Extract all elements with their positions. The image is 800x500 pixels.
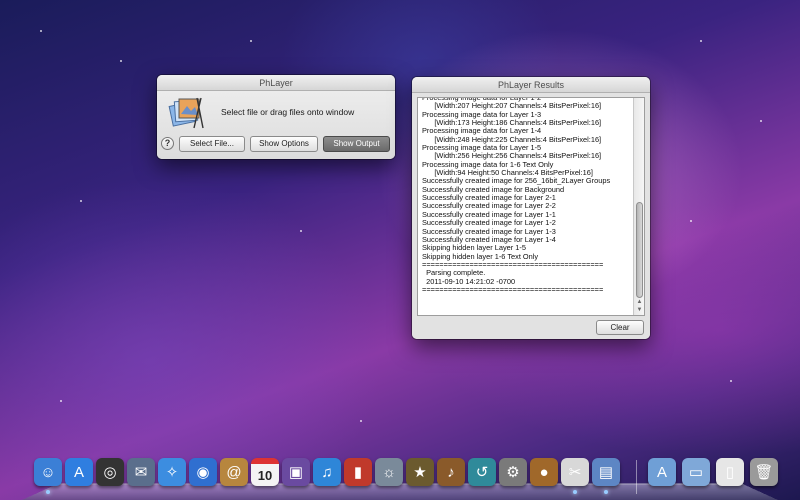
phlayer-window: PhLayer Select file or drag files onto w… xyxy=(157,75,395,159)
phlayer-app-icon xyxy=(167,96,205,130)
system-preferences-icon[interactable]: ⚙ xyxy=(499,458,527,486)
running-indicator xyxy=(573,490,577,494)
imovie-icon[interactable]: ★ xyxy=(406,458,434,486)
phlayer-scissors-icon[interactable]: ✂ xyxy=(561,458,589,486)
ical-icon[interactable]: 10 xyxy=(251,458,279,486)
window-title: PhLayer Results xyxy=(412,77,650,93)
garageband-icon[interactable]: ♪ xyxy=(437,458,465,486)
photo-booth-red-icon[interactable]: ▮ xyxy=(344,458,372,486)
applications-folder-icon[interactable]: A xyxy=(648,458,676,486)
window-title: PhLayer xyxy=(157,75,395,91)
scroll-up-arrow-icon[interactable]: ▲ xyxy=(636,299,643,306)
clear-button[interactable]: Clear xyxy=(596,320,644,335)
phlayer-drop-area[interactable]: Select file or drag files onto window ? … xyxy=(157,91,395,159)
log-line: ========================================… xyxy=(422,284,604,294)
mail-icon[interactable]: ✉ xyxy=(127,458,155,486)
log-lines: Processing image data for Layer 1-2 [Wid… xyxy=(422,98,610,294)
finder-icon[interactable]: ☺ xyxy=(34,458,62,486)
facetime-icon[interactable]: ◉ xyxy=(189,458,217,486)
dock-separator xyxy=(636,460,637,494)
vertical-scrollbar[interactable]: ▲ ▼ xyxy=(633,98,644,315)
acorn-icon[interactable]: ● xyxy=(530,458,558,486)
running-indicator xyxy=(46,490,50,494)
output-log[interactable]: Processing image data for Layer 1-2 [Wid… xyxy=(417,97,645,316)
document-stack-icon[interactable]: ▯ xyxy=(716,458,744,486)
help-button[interactable]: ? xyxy=(161,137,174,150)
itunes-icon[interactable]: ♫ xyxy=(313,458,341,486)
iphoto-icon[interactable]: ☼ xyxy=(375,458,403,486)
dashboard-icon[interactable]: ◎ xyxy=(96,458,124,486)
preview-icon[interactable]: ▤ xyxy=(592,458,620,486)
scroll-down-arrow-icon[interactable]: ▼ xyxy=(636,307,643,314)
drop-prompt: Select file or drag files onto window xyxy=(221,107,355,117)
photo-booth-icon[interactable]: ▣ xyxy=(282,458,310,486)
time-machine-icon[interactable]: ↺ xyxy=(468,458,496,486)
app-store-icon[interactable]: A xyxy=(65,458,93,486)
show-options-button[interactable]: Show Options xyxy=(250,136,318,152)
results-window: PhLayer Results Processing image data fo… xyxy=(412,77,650,339)
scrollbar-thumb[interactable] xyxy=(636,202,643,298)
dock xyxy=(22,483,778,500)
documents-folder-icon[interactable]: ▭ xyxy=(682,458,710,486)
running-indicator xyxy=(604,490,608,494)
trash-icon[interactable]: 🗑 xyxy=(750,458,778,486)
safari-icon[interactable]: ✧ xyxy=(158,458,186,486)
show-output-button[interactable]: Show Output xyxy=(323,136,390,152)
select-file-button[interactable]: Select File... xyxy=(179,136,245,152)
address-book-icon[interactable]: @ xyxy=(220,458,248,486)
